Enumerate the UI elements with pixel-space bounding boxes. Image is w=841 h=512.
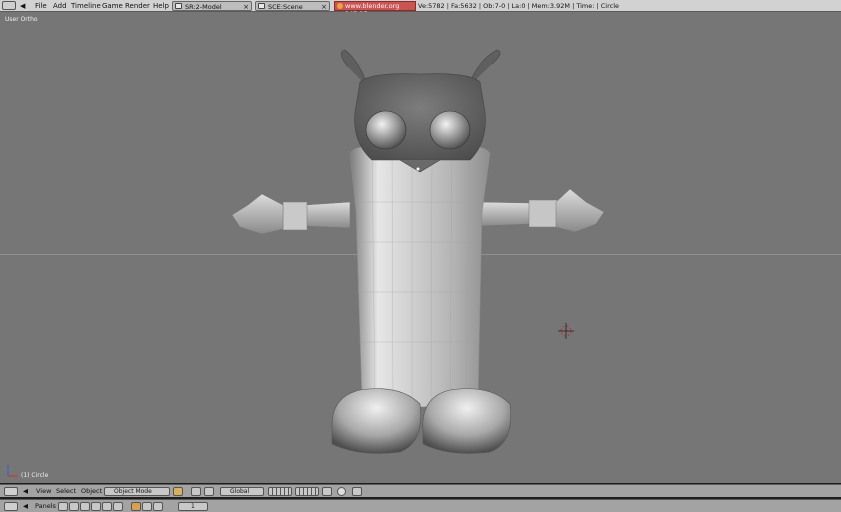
layer-buttons-2[interactable] [295, 487, 319, 496]
logic-icon[interactable] [58, 502, 68, 511]
sound-icon[interactable] [153, 502, 163, 511]
buttons-header: ◀ Panels 1 [0, 499, 841, 512]
menu-render[interactable]: Render [125, 0, 150, 12]
panels-menu[interactable]: Panels [35, 501, 56, 512]
menu-file[interactable]: File [35, 0, 47, 12]
menu-help[interactable]: Help [153, 0, 169, 12]
view3d-header: ◀ View Select Object Object Mode Global [0, 484, 841, 497]
orientation-value: Global [230, 488, 250, 495]
menu-game[interactable]: Game [102, 0, 123, 12]
scene-stats: Ve:5782 | Fa:5632 | Ob:7-0 | La:0 | Mem:… [418, 2, 620, 10]
editing-context-icon[interactable] [102, 502, 112, 511]
orientation-selector[interactable]: Global [220, 487, 264, 496]
anim-icon[interactable] [142, 502, 152, 511]
close-icon[interactable]: × [243, 2, 249, 12]
scene-selector[interactable]: SCE:Scene × [255, 1, 330, 11]
view-axes-icon [7, 465, 18, 477]
render-button-icon[interactable] [131, 502, 141, 511]
3d-viewport[interactable]: User Ortho (1) Circle [0, 12, 841, 483]
active-object-label: (1) Circle [21, 472, 49, 479]
proportional-icon[interactable] [337, 487, 346, 496]
manipulator-icon[interactable] [204, 487, 214, 496]
screen-icon [175, 3, 182, 9]
mode-selector[interactable]: Object Mode [104, 487, 170, 496]
scene-name: SCE:Scene [268, 3, 303, 11]
menu-add[interactable]: Add [53, 0, 67, 12]
left-arm [231, 193, 351, 235]
menu-timeline[interactable]: Timeline [71, 0, 101, 12]
scene-context-icon[interactable] [113, 502, 123, 511]
screen-name: SR:2-Model [185, 3, 222, 11]
render-icon[interactable] [352, 487, 362, 496]
close-icon[interactable]: × [321, 2, 327, 12]
pivot-icon[interactable] [191, 487, 201, 496]
body-tube [349, 145, 491, 408]
scene-icon [258, 3, 265, 9]
menu-object[interactable]: Object [81, 486, 102, 497]
frame-value: 1 [191, 503, 195, 510]
character-model[interactable] [0, 12, 841, 483]
screen-selector[interactable]: SR:2-Model × [172, 1, 252, 11]
window-type-icon[interactable] [2, 1, 16, 10]
shading-icon[interactable] [173, 487, 183, 496]
header-toggle-icon[interactable]: ◀ [20, 0, 28, 12]
3d-cursor-icon[interactable] [558, 323, 574, 339]
window-type-icon[interactable] [4, 487, 18, 496]
window-type-icon[interactable] [4, 502, 18, 511]
shading-context-icon[interactable] [80, 502, 90, 511]
right-arm [477, 188, 605, 233]
frame-field[interactable]: 1 [178, 502, 208, 511]
blender-url-badge[interactable]: www.blender.org 245.15 [334, 1, 416, 18]
script-icon[interactable] [69, 502, 79, 511]
blender-logo-icon [337, 3, 343, 9]
object-context-icon[interactable] [91, 502, 101, 511]
menu-view[interactable]: View [36, 486, 51, 497]
menu-select[interactable]: Select [56, 486, 76, 497]
header-toggle-icon[interactable]: ◀ [23, 486, 28, 497]
header-toggle-icon[interactable]: ◀ [23, 501, 28, 512]
lock-icon[interactable] [322, 487, 332, 496]
mode-value: Object Mode [114, 488, 152, 495]
info-header: ◀ File Add Timeline Game Render Help SR:… [0, 0, 841, 18]
layer-buttons[interactable] [268, 487, 292, 496]
